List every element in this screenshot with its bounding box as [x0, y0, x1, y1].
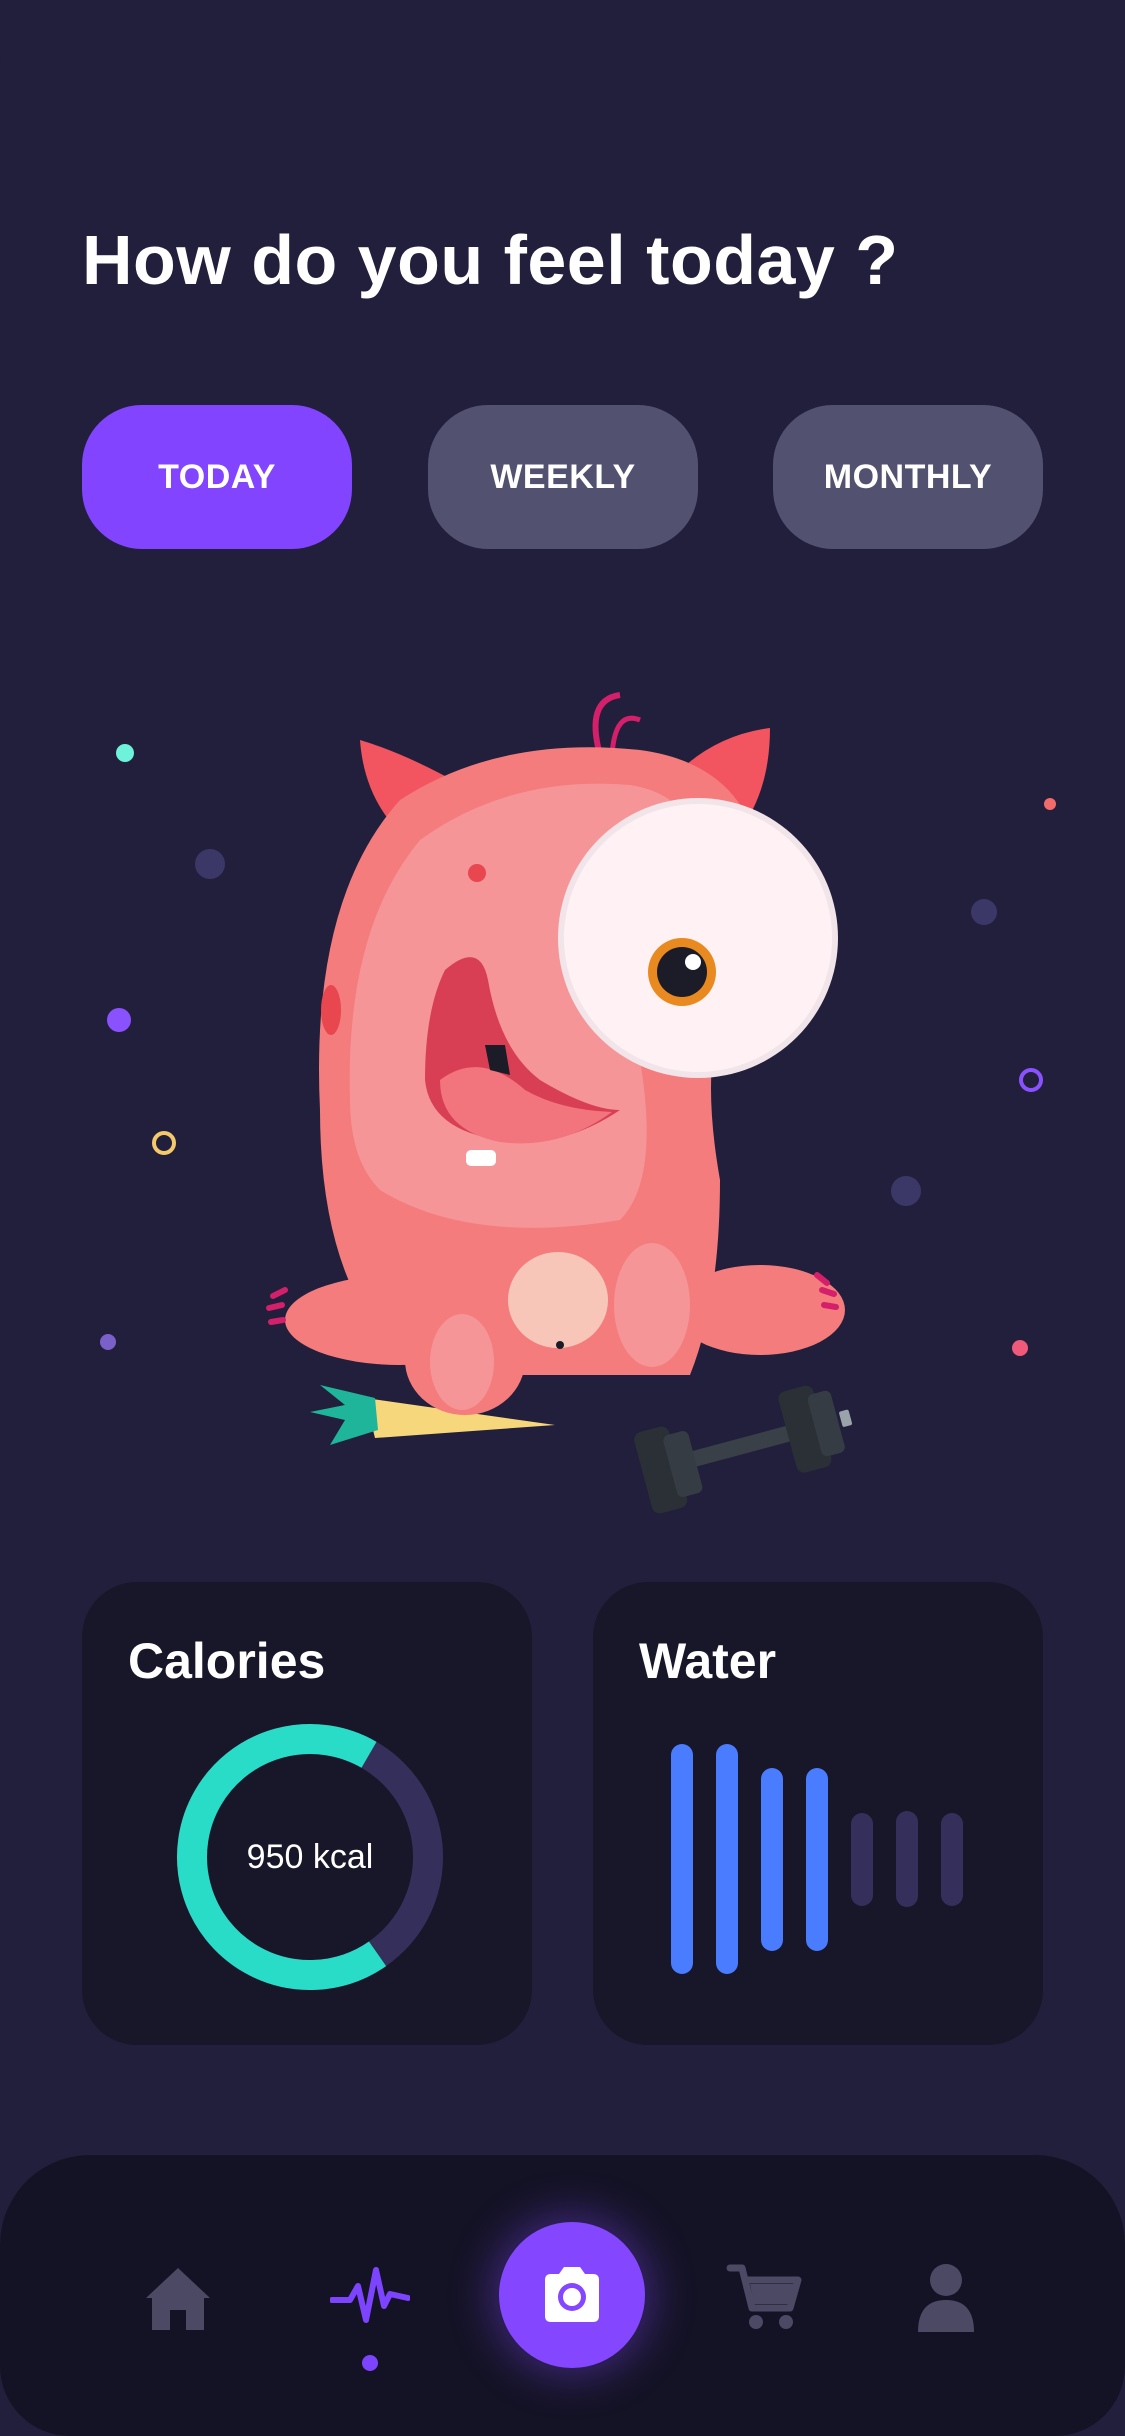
water-bars [671, 1742, 991, 1982]
page-title: How do you feel today ? [82, 221, 899, 299]
water-bar [716, 1744, 738, 1974]
tab-monthly[interactable]: MONTHLY [773, 405, 1043, 549]
water-card[interactable]: Water [593, 1582, 1043, 2045]
water-bar [941, 1812, 963, 1906]
monster [266, 692, 845, 1415]
water-bar [896, 1811, 918, 1907]
home-icon [146, 2268, 210, 2330]
tab-weekly[interactable]: WEEKLY [428, 405, 698, 549]
nav-profile[interactable] [906, 2258, 986, 2338]
monster-illustration [100, 692, 1056, 1514]
nav-activity[interactable] [329, 2258, 411, 2338]
calories-title: Calories [128, 1633, 326, 1689]
dumbbell [634, 1385, 853, 1514]
profile-icon [918, 2264, 974, 2332]
water-bar [806, 1767, 828, 1951]
water-bar [671, 1744, 693, 1974]
calories-value: 950 kcal [246, 1837, 374, 1876]
camera-button[interactable] [499, 2222, 645, 2368]
tab-today[interactable]: TODAY [82, 405, 352, 549]
water-title: Water [639, 1633, 777, 1689]
nav-home[interactable] [138, 2258, 218, 2338]
camera-icon [545, 2267, 599, 2322]
activity-icon [329, 2267, 411, 2323]
water-bar [851, 1812, 873, 1906]
calories-card[interactable]: Calories 950 kcal [82, 1582, 532, 2045]
active-indicator [362, 2355, 378, 2371]
app-screen: How do you feel today ? TODAY WEEKLY MON… [0, 0, 1125, 2436]
cart-icon [726, 2264, 802, 2329]
water-bar [761, 1767, 783, 1951]
nav-cart[interactable] [726, 2258, 806, 2338]
